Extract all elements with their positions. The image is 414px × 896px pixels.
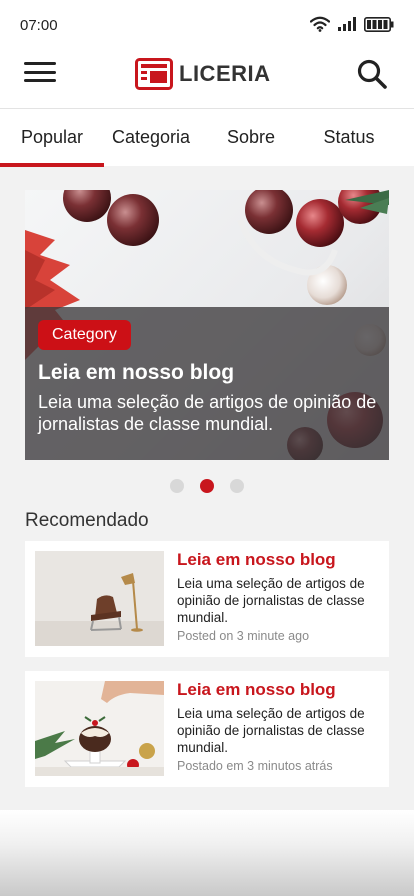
card-description: Leia uma seleção de artigos de opinião d… xyxy=(177,706,365,755)
hero-description: Leia uma seleção de artigos de opinião d… xyxy=(38,392,377,434)
tab-popular[interactable]: Popular xyxy=(0,109,104,167)
recommended-card[interactable]: Leia em nosso blog Leia uma seleção de a… xyxy=(25,541,389,657)
menu-icon-line xyxy=(24,79,56,82)
status-time: 07:00 xyxy=(20,17,58,34)
tab-categoria[interactable]: Categoria xyxy=(104,109,198,167)
menu-button[interactable] xyxy=(24,58,56,86)
card-title: Leia em nosso blog xyxy=(177,550,336,569)
carousel-dots xyxy=(0,479,414,493)
battery-icon xyxy=(364,16,394,32)
card-thumbnail xyxy=(35,551,164,646)
tab-sobre[interactable]: Sobre xyxy=(198,109,304,167)
tab-status[interactable]: Status xyxy=(304,109,394,167)
hero-slide[interactable]: Category Leia em nosso blog Leia uma sel… xyxy=(25,190,389,460)
card-description: Leia uma seleção de artigos de opinião d… xyxy=(177,576,365,625)
hero-title: Leia em nosso blog xyxy=(38,361,235,384)
card-timestamp: Posted on 3 minute ago xyxy=(177,629,310,643)
status-bar: 07:00 xyxy=(0,0,414,48)
category-badge[interactable]: Category xyxy=(38,320,131,350)
search-icon xyxy=(357,59,387,89)
recommended-card[interactable]: Leia em nosso blog Leia uma seleção de a… xyxy=(25,671,389,787)
logo[interactable]: LICERIA xyxy=(135,58,271,90)
section-title-recommended: Recomendado xyxy=(25,510,149,531)
card-title: Leia em nosso blog xyxy=(177,680,336,699)
card-timestamp: Postado em 3 minutos atrás xyxy=(177,759,333,773)
signal-icon xyxy=(338,17,356,31)
bottom-fade xyxy=(0,810,414,896)
chair-image xyxy=(35,551,164,646)
carousel-dot-1[interactable] xyxy=(170,479,184,493)
card-thumbnail xyxy=(35,681,164,776)
pudding-image xyxy=(35,681,164,776)
menu-icon xyxy=(24,62,56,65)
status-icons xyxy=(310,16,394,32)
tab-bar: Popular Categoria Sobre Status xyxy=(0,108,414,167)
app-header: LICERIA xyxy=(0,48,414,108)
carousel-dot-2[interactable] xyxy=(200,479,214,493)
wifi-icon xyxy=(310,16,330,32)
carousel-dot-3[interactable] xyxy=(230,479,244,493)
menu-icon-line xyxy=(24,70,56,74)
search-button[interactable] xyxy=(356,58,388,90)
logo-text: LICERIA xyxy=(179,61,271,86)
newspaper-icon xyxy=(135,58,173,90)
